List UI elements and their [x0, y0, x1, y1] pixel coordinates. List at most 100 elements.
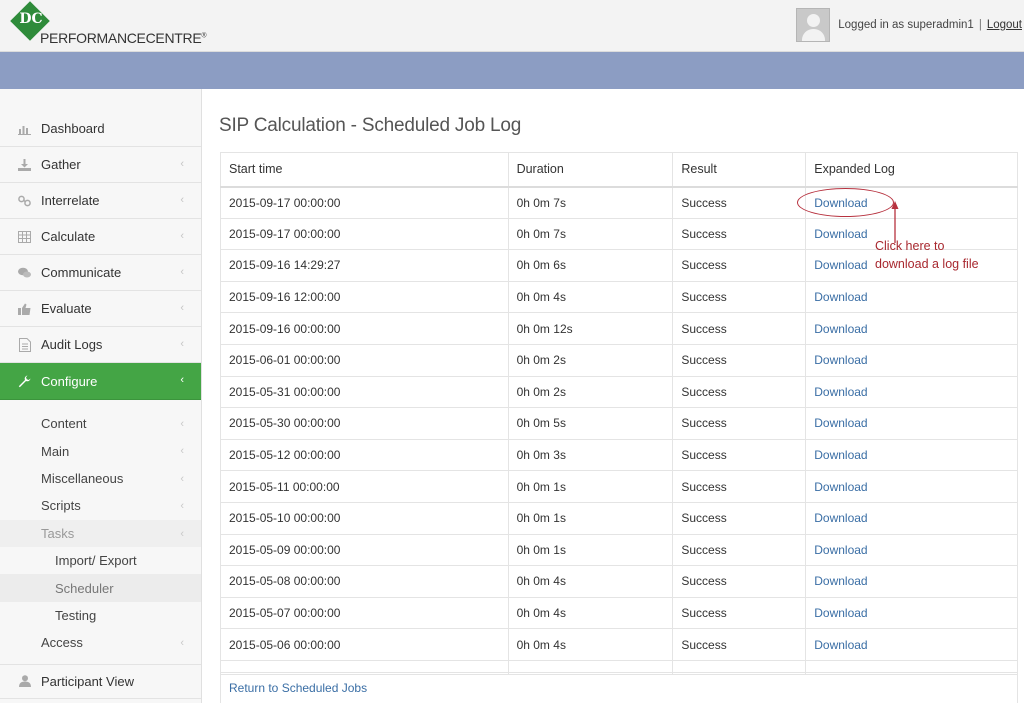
- sidebar-item-calculate[interactable]: Calculate ‹: [0, 219, 201, 255]
- cell-expanded-log: Download: [805, 596, 1018, 630]
- cell-expanded-log: Download: [805, 312, 1018, 345]
- cell-expanded-log: Download: [805, 470, 1018, 503]
- download-log-link[interactable]: Download: [814, 258, 867, 272]
- chevron-left-icon: ‹: [180, 230, 184, 242]
- chevron-left-icon: ‹: [180, 266, 184, 278]
- performance-centre-logo[interactable]: DC PERFORMANCECENTRE®: [10, 1, 207, 47]
- sidebar-task-scheduler[interactable]: Scheduler: [0, 574, 201, 602]
- cell-result: Success: [672, 438, 807, 472]
- comments-icon: [17, 265, 32, 280]
- download-log-link[interactable]: Download: [814, 227, 867, 241]
- sidebar-task-label: Import/ Export: [55, 553, 137, 569]
- download-log-link[interactable]: Download: [814, 574, 867, 588]
- cell-duration: 0h 0m 1s: [507, 470, 674, 503]
- sidebar-item-dashboard[interactable]: Dashboard: [0, 111, 201, 147]
- cell-result: Success: [672, 217, 807, 251]
- download-log-link[interactable]: Download: [814, 448, 867, 462]
- cell-start-time: 2015-09-17 00:00:00: [220, 186, 509, 219]
- cell-duration: 0h 0m 5s: [507, 407, 674, 440]
- sidebar-item-label: Dashboard: [41, 121, 105, 136]
- cell-result: Success: [672, 565, 807, 598]
- chevron-left-icon: ‹: [180, 445, 184, 458]
- column-header-duration: Duration: [507, 152, 674, 188]
- table-row: 2015-09-16 00:00:00 0h 0m 12s Success Downl…: [220, 312, 1018, 345]
- thumbs-up-icon: [17, 301, 32, 316]
- download-log-link[interactable]: Download: [814, 638, 867, 652]
- table-row: 2015-09-16 12:00:00 0h 0m 4s Success Downlo…: [220, 280, 1018, 314]
- cell-start-time: 2015-09-17 00:00:00: [220, 217, 509, 251]
- cell-start-time: 2015-06-01 00:00:00: [220, 343, 509, 377]
- cell-start-time: 2015-05-11 00:00:00: [220, 470, 509, 503]
- sidebar-item-audit-logs[interactable]: Audit Logs ‹: [0, 327, 201, 363]
- sidebar-subitem-main[interactable]: Main ‹: [0, 437, 201, 464]
- chevron-left-icon: ‹: [180, 194, 184, 206]
- cell-duration: 0h 0m 6s: [507, 249, 674, 282]
- download-log-link[interactable]: Download: [814, 543, 867, 557]
- sidebar-task-label: Testing: [55, 607, 97, 623]
- chevron-left-icon: ‹: [180, 527, 184, 540]
- cell-result: Success: [672, 407, 807, 440]
- logout-link[interactable]: Logout: [987, 19, 1022, 31]
- chevron-left-icon: ‹: [180, 302, 184, 314]
- sidebar-item-evaluate[interactable]: Evaluate ‹: [0, 291, 201, 327]
- cell-start-time: 2015-09-16 00:00:00: [220, 312, 509, 345]
- sidebar-subitem-miscellaneous[interactable]: Miscellaneous ‹: [0, 465, 201, 492]
- sidebar-subitem-access[interactable]: Access ‹: [0, 629, 201, 656]
- table-icon: [17, 229, 32, 244]
- sidebar-item-configure[interactable]: Configure ‹: [0, 363, 201, 400]
- cell-start-time: 2015-05-31 00:00:00: [220, 375, 509, 409]
- cell-start-time: 2015-05-10 00:00:00: [220, 501, 509, 535]
- return-to-scheduled-jobs-link[interactable]: Return to Scheduled Jobs: [229, 681, 367, 695]
- cell-expanded-log: Download: [805, 375, 1018, 409]
- sidebar: Dashboard Gather ‹ Interrelate ‹ Calcula…: [0, 89, 202, 703]
- sidebar-item-interrelate[interactable]: Interrelate ‹: [0, 183, 201, 219]
- annotation-line-1: Click here to: [875, 239, 945, 253]
- table-header-row: Start time Duration Result Expanded Log: [220, 152, 1018, 188]
- sidebar-item-label: Configure: [41, 373, 98, 389]
- sidebar-subitem-tasks[interactable]: Tasks ‹: [0, 519, 201, 547]
- table-row: 2015-05-07 00:00:00 0h 0m 4s Success Downlo…: [220, 596, 1018, 630]
- cell-expanded-log: Download: [805, 565, 1018, 598]
- download-log-link[interactable]: Download: [814, 416, 867, 430]
- cell-duration: 0h 0m 12s: [507, 312, 674, 345]
- column-header-result: Result: [672, 152, 807, 188]
- chevron-left-icon: ‹: [180, 472, 184, 485]
- download-log-link[interactable]: Download: [814, 606, 867, 620]
- download-log-link[interactable]: Download: [814, 196, 867, 210]
- cell-duration: 0h 0m 4s: [507, 628, 674, 661]
- document-icon: [17, 337, 32, 352]
- cell-expanded-log: Download: [805, 628, 1018, 661]
- cell-result: Success: [672, 280, 807, 314]
- cell-duration: 0h 0m 1s: [507, 533, 674, 567]
- table-row: 2015-05-12 00:00:00 0h 0m 3s Success Downlo…: [220, 438, 1018, 472]
- table-row: 2015-06-01 00:00:00 0h 0m 2s Success Downlo…: [220, 343, 1018, 377]
- sidebar-item-gather[interactable]: Gather ‹: [0, 147, 201, 183]
- download-log-link[interactable]: Download: [814, 322, 867, 336]
- cell-expanded-log: Download: [805, 343, 1018, 377]
- chevron-left-icon: ‹: [180, 637, 184, 650]
- cell-result: Success: [672, 470, 807, 503]
- sidebar-item-participant-view[interactable]: Participant View: [0, 663, 201, 699]
- user-icon: [17, 674, 32, 689]
- user-area: Logged in as superadmin1 | Logout: [796, 8, 1022, 42]
- download-log-link[interactable]: Download: [814, 511, 867, 525]
- cell-expanded-log: Download: [805, 186, 1018, 219]
- sidebar-item-communicate[interactable]: Communicate ‹: [0, 255, 201, 291]
- sidebar-task-label: Scheduler: [55, 580, 114, 596]
- sidebar-item-label: Gather: [41, 157, 81, 172]
- header-banner: [0, 52, 1024, 89]
- job-log-table: Start time Duration Result Expanded Log …: [220, 152, 1018, 675]
- sidebar-task-import-export[interactable]: Import/ Export: [0, 547, 201, 574]
- download-log-link[interactable]: Download: [814, 480, 867, 494]
- download-log-link[interactable]: Download: [814, 353, 867, 367]
- sidebar-task-testing[interactable]: Testing: [0, 602, 201, 629]
- sidebar-subitem-scripts[interactable]: Scripts ‹: [0, 492, 201, 519]
- chevron-left-icon: ‹: [180, 158, 184, 170]
- download-log-link[interactable]: Download: [814, 290, 867, 304]
- download-log-link[interactable]: Download: [814, 385, 867, 399]
- sidebar-subitem-content[interactable]: Content ‹: [0, 410, 201, 437]
- user-avatar-icon: [796, 8, 831, 42]
- table-row: 2015-05-06 00:00:00 0h 0m 4s Success Downlo…: [220, 628, 1018, 661]
- cell-duration: 0h 0m 4s: [507, 596, 674, 630]
